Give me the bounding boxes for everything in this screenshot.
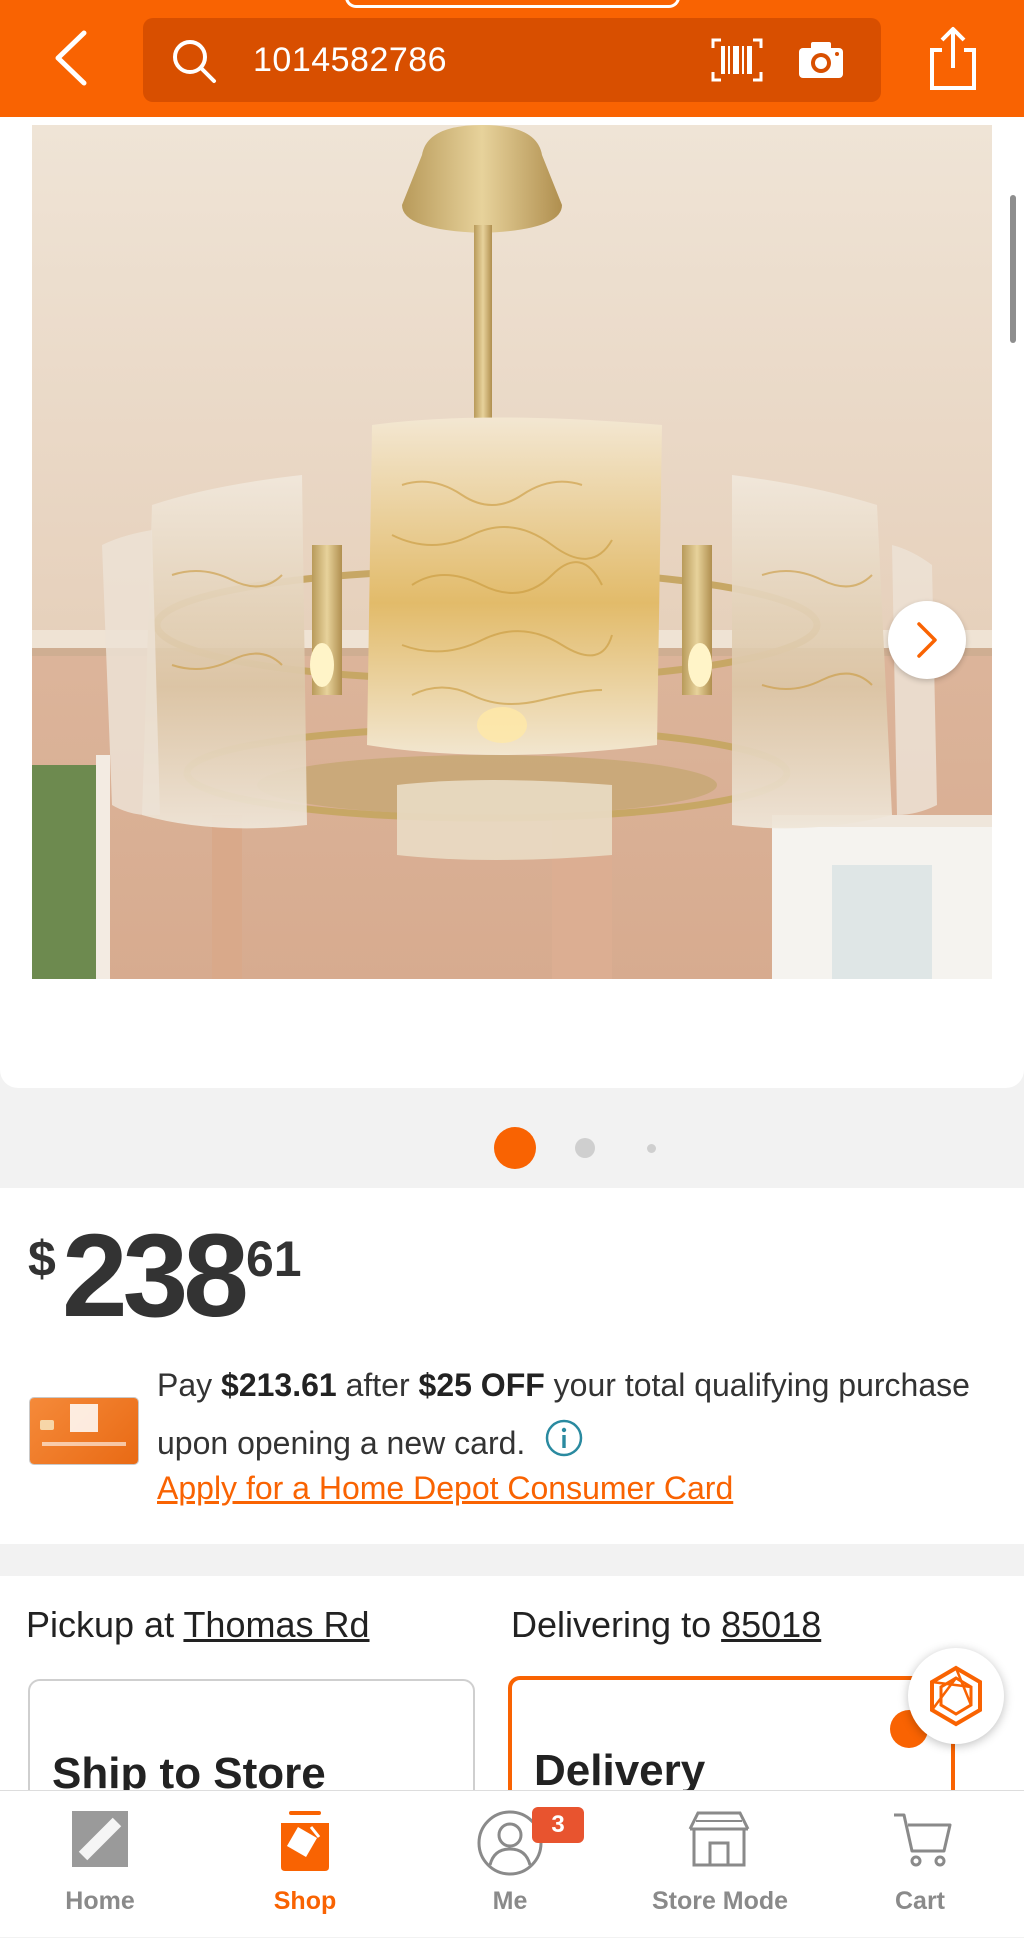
home-depot-logo-icon <box>72 1811 128 1867</box>
offer-amount: $213.61 <box>221 1367 337 1403</box>
back-icon <box>55 30 87 86</box>
card-offer-text: Pay $213.61 after $25 OFF your total qua… <box>157 1367 970 1461</box>
nav-store-mode[interactable]: Store Mode <box>620 1791 820 1938</box>
home-depot-logo-icon <box>70 1404 98 1432</box>
offer-discount: $25 OFF <box>418 1367 545 1403</box>
chevron-right-icon <box>917 622 937 658</box>
fulfillment-section: Pickup at Thomas Rd Delivering to 85018 … <box>0 1576 1024 1826</box>
next-image-button[interactable] <box>888 601 966 679</box>
consumer-card-image <box>30 1398 138 1464</box>
pagination-dot-active[interactable] <box>494 1127 536 1169</box>
product-gallery <box>0 117 1024 1169</box>
notification-badge: 3 <box>532 1807 584 1843</box>
search-query-text: 1014582786 <box>253 41 448 79</box>
pickup-location: Pickup at Thomas Rd <box>26 1604 370 1645</box>
delivery-label: Delivery <box>534 1746 706 1795</box>
nav-shop[interactable]: Shop <box>205 1791 405 1938</box>
nav-home[interactable]: Home <box>0 1791 200 1938</box>
chat-assistant-button[interactable] <box>908 1648 1004 1744</box>
top-app-bar: 1014582786 <box>0 0 1024 117</box>
product-image[interactable] <box>32 125 992 979</box>
gallery-pagination <box>0 1127 1024 1169</box>
chandelier-fan-image <box>32 125 992 979</box>
price-cents: 61 <box>246 1231 302 1287</box>
pagination-dot[interactable] <box>647 1144 656 1153</box>
store-icon <box>688 1811 750 1867</box>
price-currency: $ <box>28 1231 56 1287</box>
camera-icon[interactable] <box>797 40 845 80</box>
hexagon-chat-icon <box>930 1665 982 1727</box>
delivery-zip-link[interactable]: 85018 <box>721 1604 821 1645</box>
pagination-dot[interactable] <box>575 1138 595 1158</box>
nav-cart[interactable]: Cart <box>820 1791 1020 1938</box>
search-input[interactable]: 1014582786 <box>143 18 881 102</box>
delivery-location: Delivering to 85018 <box>511 1604 822 1645</box>
price-section: $ 238 61 Pay $213.61 after $25 OFF your … <box>0 1188 1024 1544</box>
info-icon[interactable] <box>544 1418 584 1458</box>
paint-bucket-icon <box>281 1811 329 1871</box>
shopping-cart-icon <box>894 1813 952 1867</box>
apply-card-link[interactable]: Apply for a Home Depot Consumer Card <box>157 1468 733 1508</box>
share-icon <box>930 27 976 90</box>
barcode-icon[interactable] <box>711 38 763 82</box>
scrollbar[interactable] <box>1010 195 1016 343</box>
back-button[interactable] <box>40 22 100 94</box>
dynamic-island-indicator <box>345 0 680 8</box>
search-icon <box>173 40 216 83</box>
price-dollars: 238 <box>62 1210 249 1342</box>
pickup-store-link[interactable]: Thomas Rd <box>183 1604 369 1645</box>
bottom-navigation: Home Shop Me 3 Store Mode Cart <box>0 1790 1024 1937</box>
share-button[interactable] <box>924 26 982 92</box>
